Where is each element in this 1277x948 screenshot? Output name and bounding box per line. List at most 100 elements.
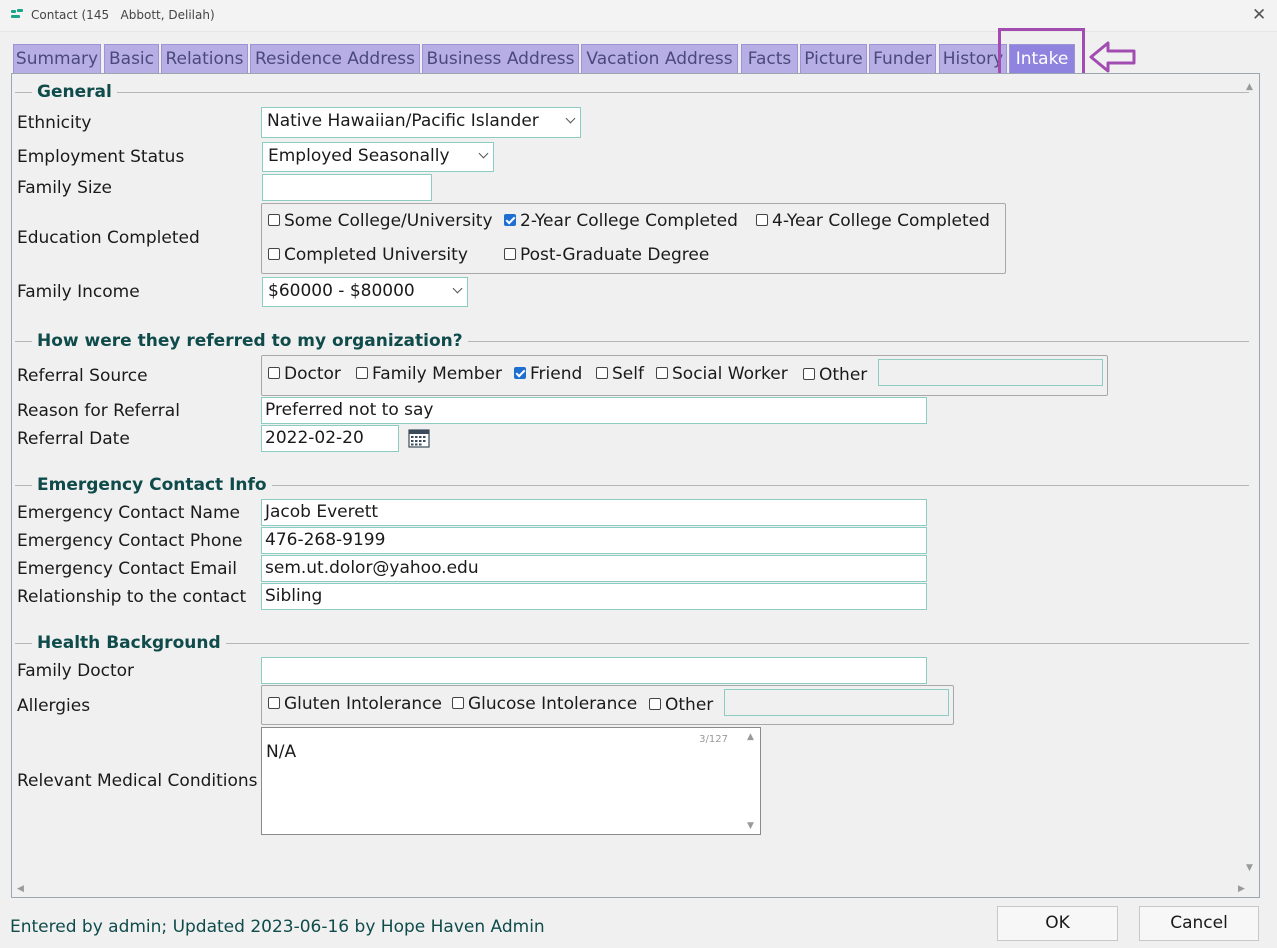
checkbox-label: 4-Year College Completed (772, 211, 990, 231)
scroll-down-icon[interactable]: ▼ (747, 821, 754, 831)
referral-date-label: Referral Date (17, 429, 130, 449)
referral-reason-label: Reason for Referral (17, 401, 180, 421)
chevron-down-icon (565, 113, 576, 124)
checkbox[interactable] (268, 366, 280, 379)
referral-option-friend[interactable]: Friend (514, 363, 582, 385)
family-income-select[interactable]: $60000 - $80000 (262, 277, 468, 307)
family-size-input[interactable] (262, 174, 432, 201)
tab-facts[interactable]: Facts (741, 44, 798, 73)
checkbox-label: Doctor (284, 364, 341, 384)
education-option-completed-university[interactable]: Completed University (268, 244, 468, 266)
vertical-scrollbar[interactable]: ▲ ▼ (1243, 74, 1259, 882)
app-logo-icon (11, 9, 23, 21)
referral-option-social-worker[interactable]: Social Worker (656, 363, 788, 385)
section-title-emergency: Emergency Contact Info (32, 475, 272, 495)
tab-picture[interactable]: Picture (800, 44, 867, 73)
checkbox[interactable] (268, 696, 280, 709)
checkbox[interactable] (452, 696, 464, 709)
education-option-post-graduate[interactable]: Post-Graduate Degree (504, 244, 709, 266)
textarea-scrollbar[interactable]: ▲ ▼ (744, 728, 760, 834)
checkbox[interactable] (356, 366, 368, 379)
title-bar: Contact (145 Abbott, Delilah) ✕ (0, 0, 1277, 32)
employment-status-select[interactable]: Employed Seasonally (262, 142, 494, 172)
checkbox-label: Social Worker (672, 364, 788, 384)
emergency-email-input[interactable]: sem.ut.dolor@yahoo.edu (261, 555, 927, 582)
family-income-label: Family Income (17, 282, 140, 302)
section-title-referral: How were they referred to my organizatio… (32, 331, 468, 351)
scroll-up-icon[interactable]: ▲ (747, 732, 754, 742)
checkbox-label: Some College/University (284, 211, 493, 231)
relationship-input[interactable]: Sibling (261, 583, 927, 610)
scroll-down-icon[interactable]: ▼ (1246, 863, 1253, 873)
relationship-label: Relationship to the contact (17, 587, 247, 607)
allergy-other-input[interactable] (724, 689, 949, 716)
checkbox[interactable] (756, 213, 768, 226)
checkbox[interactable] (596, 366, 608, 379)
tab-relations[interactable]: Relations (161, 44, 248, 73)
ethnicity-label: Ethnicity (17, 113, 92, 133)
medical-conditions-label: Relevant Medical Conditions (17, 771, 258, 791)
referral-option-other[interactable]: Other (803, 364, 867, 386)
tab-residence-address[interactable]: Residence Address (250, 44, 420, 73)
tab-basic[interactable]: Basic (104, 44, 159, 73)
record-status-text: Entered by admin; Updated 2023-06-16 by … (10, 917, 545, 937)
education-option-2-year-college[interactable]: 2-Year College Completed (504, 210, 738, 232)
horizontal-scrollbar[interactable]: ◀ ▶ (12, 881, 1261, 897)
tab-funder[interactable]: Funder (869, 44, 936, 73)
checkbox[interactable] (268, 213, 280, 226)
medical-conditions-textarea[interactable]: N/A 3/127 ▲ ▼ (261, 727, 761, 835)
character-counter: 3/127 (699, 734, 728, 745)
referral-source-label: Referral Source (17, 366, 148, 386)
scroll-left-icon[interactable]: ◀ (17, 884, 24, 894)
scroll-up-icon[interactable]: ▲ (1246, 82, 1253, 92)
checkbox-checked[interactable] (514, 366, 526, 379)
ethnicity-select[interactable]: Native Hawaiian/Pacific Islander (261, 107, 581, 138)
checkbox-label: Friend (530, 364, 583, 384)
checkbox-label: Other (665, 695, 714, 715)
emergency-name-input[interactable]: Jacob Everett (261, 499, 927, 526)
family-size-label: Family Size (17, 178, 113, 198)
allergy-option-gluten[interactable]: Gluten Intolerance (268, 693, 442, 715)
ok-button[interactable]: OK (997, 906, 1118, 941)
window-title: Contact (145 Abbott, Delilah) (31, 8, 215, 22)
checkbox-label: Self (612, 364, 644, 384)
referral-other-input[interactable] (878, 359, 1103, 386)
referral-reason-input[interactable]: Preferred not to say (261, 397, 927, 424)
referral-option-self[interactable]: Self (596, 363, 644, 385)
emergency-email-label: Emergency Contact Email (17, 559, 237, 579)
family-doctor-input[interactable] (261, 657, 927, 684)
checkbox-label: Gluten Intolerance (284, 694, 442, 714)
tab-summary[interactable]: Summary (13, 44, 101, 73)
checkbox[interactable] (649, 697, 661, 710)
cancel-button[interactable]: Cancel (1139, 906, 1259, 941)
calendar-icon[interactable] (408, 428, 430, 448)
checkbox[interactable] (268, 247, 280, 260)
allergies-label: Allergies (17, 696, 91, 716)
checkbox[interactable] (504, 247, 516, 260)
tab-business-address[interactable]: Business Address (422, 44, 579, 73)
referral-option-doctor[interactable]: Doctor (268, 363, 341, 385)
emergency-phone-input[interactable]: 476-268-9199 (261, 527, 927, 554)
checkbox[interactable] (656, 366, 668, 379)
checkbox[interactable] (803, 367, 815, 380)
referral-option-family-member[interactable]: Family Member (356, 363, 502, 385)
tab-vacation-address[interactable]: Vacation Address (581, 44, 738, 73)
employment-status-label: Employment Status (17, 147, 185, 167)
close-icon[interactable]: ✕ (1252, 5, 1266, 25)
medical-conditions-value: N/A (266, 742, 297, 762)
checkbox-label: 2-Year College Completed (520, 211, 738, 231)
checkbox-label: Completed University (284, 245, 468, 265)
section-title-general: General (32, 82, 117, 102)
checkbox-label: Post-Graduate Degree (520, 245, 710, 265)
scroll-right-icon[interactable]: ▶ (1238, 884, 1245, 894)
chevron-down-icon (452, 283, 463, 294)
allergy-option-other[interactable]: Other (649, 694, 713, 716)
tab-history[interactable]: History (939, 44, 1007, 73)
referral-date-input[interactable]: 2022-02-20 (261, 425, 399, 452)
education-option-4-year-college[interactable]: 4-Year College Completed (756, 210, 990, 232)
checkbox-checked[interactable] (504, 213, 516, 226)
education-option-some-college[interactable]: Some College/University (268, 210, 493, 232)
allergy-option-glucose[interactable]: Glucose Intolerance (452, 693, 637, 715)
checkbox-label: Glucose Intolerance (468, 694, 638, 714)
education-label: Education Completed (17, 228, 200, 248)
